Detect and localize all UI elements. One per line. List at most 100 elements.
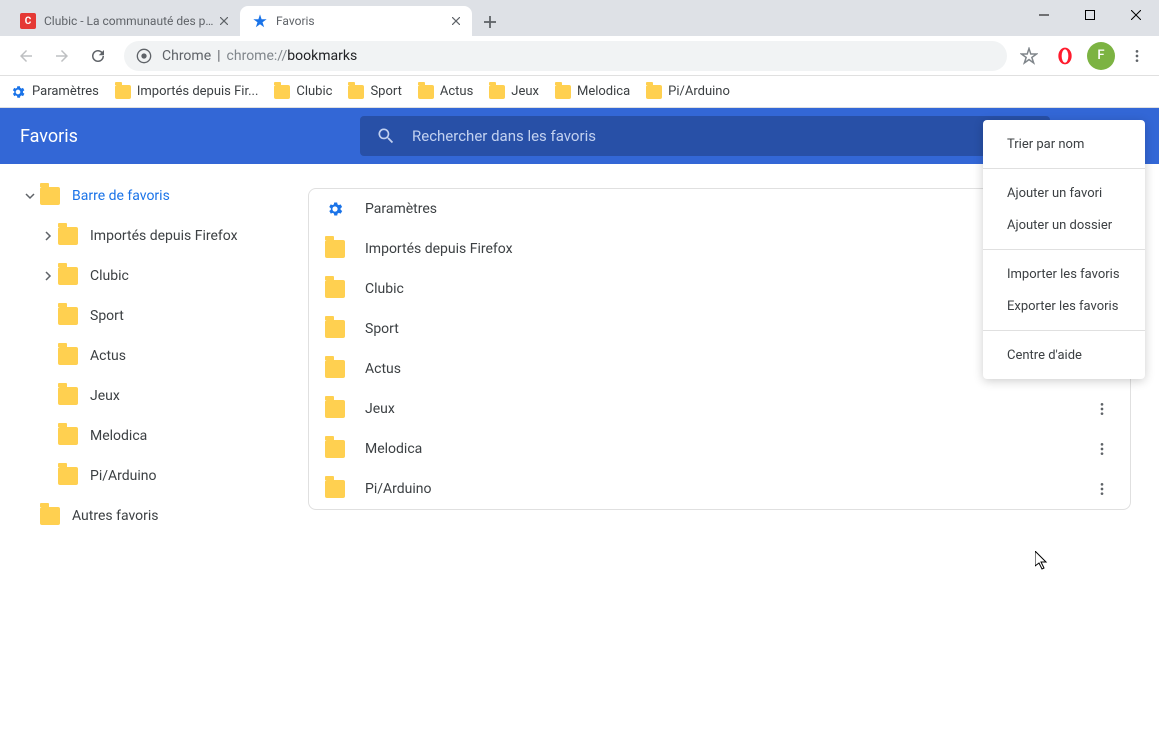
- bookmark-bar-label: Actus: [440, 84, 473, 99]
- bookmark-bar-item[interactable]: Pi/Arduino: [646, 84, 730, 99]
- bookmark-bar-label: Sport: [370, 84, 401, 99]
- tree-item-label: Clubic: [90, 268, 129, 284]
- bookmark-bar-label: Clubic: [296, 84, 332, 99]
- list-row[interactable]: Melodica: [309, 429, 1130, 469]
- list-row[interactable]: Pi/Arduino: [309, 469, 1130, 509]
- menu-item[interactable]: Importer les favoris: [983, 258, 1145, 290]
- folder-icon: [40, 187, 60, 205]
- folder-icon: [58, 467, 78, 485]
- bookmark-bar-item[interactable]: Clubic: [274, 84, 332, 99]
- sidebar-tree: Barre de favoris Importés depuis Firefox C…: [0, 164, 280, 729]
- bookmark-bar-label: Melodica: [577, 84, 630, 99]
- menu-divider: [983, 249, 1145, 250]
- tree-item[interactable]: Pi/Arduino: [0, 456, 280, 496]
- folder-icon: [555, 85, 571, 99]
- tab-close-icon[interactable]: [448, 13, 464, 29]
- menu-item[interactable]: Trier par nom: [983, 128, 1145, 160]
- row-menu-button[interactable]: [1090, 397, 1114, 421]
- folder-icon: [325, 399, 345, 419]
- menu-item[interactable]: Exporter les favoris: [983, 290, 1145, 322]
- bookmark-bar-label: Importés depuis Fir...: [137, 84, 259, 99]
- tree-item-label: Importés depuis Firefox: [90, 228, 238, 244]
- toolbar: Chrome | chrome://bookmarks F: [0, 36, 1159, 76]
- bookmark-bar-item[interactable]: Jeux: [489, 84, 539, 99]
- list-row-label: Pi/Arduino: [365, 481, 1090, 497]
- chrome-menu-button[interactable]: [1123, 42, 1151, 70]
- tab-clubic[interactable]: C Clubic - La communauté des pas: [8, 6, 240, 36]
- tree-item[interactable]: Importés depuis Firefox: [0, 216, 280, 256]
- folder-icon: [325, 359, 345, 379]
- folder-icon: [58, 347, 78, 365]
- tab-strip: C Clubic - La communauté des pas Favoris: [0, 0, 1159, 36]
- tree-item[interactable]: Clubic: [0, 256, 280, 296]
- opera-extension-icon[interactable]: [1051, 42, 1079, 70]
- search-box[interactable]: Rechercher dans les favoris: [360, 116, 1050, 156]
- bookmark-bar-label: Paramètres: [32, 84, 99, 99]
- gear-icon: [10, 84, 26, 100]
- list-row-label: Jeux: [365, 401, 1090, 417]
- chevron-down-icon[interactable]: [20, 191, 40, 201]
- bookmark-bar-label: Pi/Arduino: [668, 84, 730, 99]
- reload-button[interactable]: [80, 38, 116, 74]
- bookmark-star-button[interactable]: [1015, 42, 1043, 70]
- bookmarks-bar: Paramètres Importés depuis Fir... Clubic Sp…: [0, 76, 1159, 108]
- back-button[interactable]: [8, 38, 44, 74]
- folder-icon: [646, 85, 662, 99]
- maximize-button[interactable]: [1067, 0, 1113, 30]
- tree-item-label: Autres favoris: [72, 508, 159, 524]
- folder-icon: [418, 85, 434, 99]
- folder-icon: [348, 85, 364, 99]
- menu-item[interactable]: Centre d'aide: [983, 339, 1145, 371]
- tree-item-label: Actus: [90, 348, 126, 364]
- tree-item[interactable]: Melodica: [0, 416, 280, 456]
- omnibox-chrome-label: Chrome: [162, 48, 211, 64]
- search-placeholder: Rechercher dans les favoris: [412, 127, 596, 145]
- list-row[interactable]: Jeux: [309, 389, 1130, 429]
- row-menu-button[interactable]: [1090, 477, 1114, 501]
- folder-icon: [58, 387, 78, 405]
- tab-title: Clubic - La communauté des pas: [44, 14, 216, 28]
- tab-close-icon[interactable]: [216, 13, 232, 29]
- omnibox-url-prefix: chrome://: [227, 48, 288, 64]
- folder-icon: [325, 319, 345, 339]
- omnibox-url-path: bookmarks: [287, 48, 357, 64]
- tree-item[interactable]: Jeux: [0, 376, 280, 416]
- tree-item[interactable]: Actus: [0, 336, 280, 376]
- tab-favoris[interactable]: Favoris: [240, 6, 472, 36]
- forward-button[interactable]: [44, 38, 80, 74]
- tab-title: Favoris: [276, 14, 448, 28]
- folder-icon: [58, 227, 78, 245]
- folder-icon: [325, 439, 345, 459]
- tree-item[interactable]: Sport: [0, 296, 280, 336]
- tree-item-label: Pi/Arduino: [90, 468, 157, 484]
- chrome-icon: [136, 48, 152, 64]
- bookmark-bar-item[interactable]: Actus: [418, 84, 473, 99]
- chevron-right-icon[interactable]: [38, 271, 58, 281]
- menu-item[interactable]: Ajouter un dossier: [983, 209, 1145, 241]
- new-tab-button[interactable]: [476, 8, 504, 36]
- menu-divider: [983, 168, 1145, 169]
- clubic-favicon-icon: C: [20, 13, 36, 29]
- tree-item-label: Sport: [90, 308, 124, 324]
- tree-item-label: Melodica: [90, 428, 147, 444]
- row-menu-button[interactable]: [1090, 437, 1114, 461]
- omnibox[interactable]: Chrome | chrome://bookmarks: [124, 41, 1007, 71]
- bookmark-bar-item[interactable]: Sport: [348, 84, 401, 99]
- folder-icon: [274, 85, 290, 99]
- tree-item[interactable]: Autres favoris: [0, 496, 280, 536]
- bookmark-bar-item[interactable]: Importés depuis Fir...: [115, 84, 259, 99]
- bookmark-bar-item[interactable]: Paramètres: [10, 84, 99, 100]
- menu-item[interactable]: Ajouter un favori: [983, 177, 1145, 209]
- window-controls: [1021, 0, 1159, 30]
- folder-icon: [58, 307, 78, 325]
- folder-icon: [58, 267, 78, 285]
- folder-icon: [115, 85, 131, 99]
- folder-icon: [489, 85, 505, 99]
- chevron-right-icon[interactable]: [38, 231, 58, 241]
- folder-icon: [325, 239, 345, 259]
- close-window-button[interactable]: [1113, 0, 1159, 30]
- bookmark-bar-item[interactable]: Melodica: [555, 84, 630, 99]
- tree-item[interactable]: Barre de favoris: [0, 176, 280, 216]
- minimize-button[interactable]: [1021, 0, 1067, 30]
- profile-avatar[interactable]: F: [1087, 42, 1115, 70]
